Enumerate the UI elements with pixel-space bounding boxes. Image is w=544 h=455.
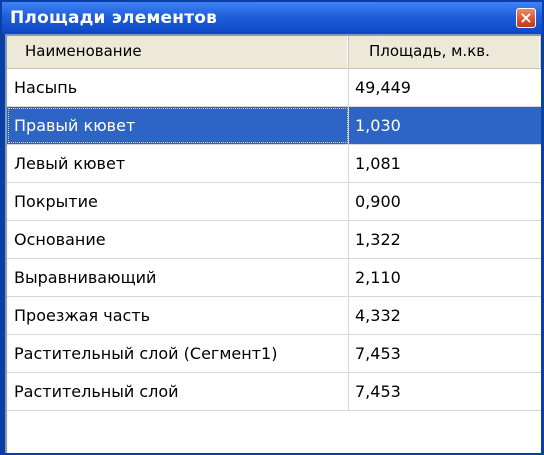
close-button[interactable]: × — [516, 8, 536, 28]
cell-name: Левый кювет — [7, 145, 349, 182]
cell-area: 1,322 — [355, 230, 401, 249]
cell-area: 7,453 — [355, 382, 401, 401]
table-row[interactable]: Растительный слой 7,453 — [7, 373, 541, 411]
cell-name: Правый кювет — [7, 107, 349, 144]
cell-area: 4,332 — [355, 306, 401, 325]
cell-name: Насыпь — [7, 69, 349, 106]
cell-area: 7,453 — [355, 344, 401, 363]
table-row[interactable]: Растительный слой (Сегмент1) 7,453 — [7, 335, 541, 373]
table-row[interactable]: Проезжая часть 4,332 — [7, 297, 541, 335]
table-row[interactable]: Покрытие 0,900 — [7, 183, 541, 221]
title-bar[interactable]: Площади элементов × — [2, 2, 542, 34]
cell-name: Растительный слой — [7, 373, 349, 410]
dialog-window: Площади элементов × Наименование Площадь… — [0, 0, 544, 455]
column-header-area[interactable]: Площадь, м.кв. — [349, 36, 541, 68]
table-row[interactable]: Основание 1,322 — [7, 221, 541, 259]
table-row[interactable]: Выравнивающий 2,110 — [7, 259, 541, 297]
cell-area: 1,081 — [355, 154, 401, 173]
window-title: Площади элементов — [10, 8, 218, 28]
table-header: Наименование Площадь, м.кв. — [7, 36, 541, 69]
table-body: Насыпь 49,449 Правый кювет 1,030 Левый к… — [7, 69, 541, 411]
areas-table: Наименование Площадь, м.кв. Насыпь 49,44… — [5, 34, 541, 453]
cell-name: Покрытие — [7, 183, 349, 220]
cell-name: Выравнивающий — [7, 259, 349, 296]
cell-area: 1,030 — [355, 116, 401, 135]
cell-name: Проезжая часть — [7, 297, 349, 334]
table-row[interactable]: Насыпь 49,449 — [7, 69, 541, 107]
cell-name: Основание — [7, 221, 349, 258]
table-row-selected[interactable]: Правый кювет 1,030 — [7, 107, 541, 145]
close-icon: × — [519, 8, 533, 27]
cell-area: 0,900 — [355, 192, 401, 211]
column-header-name[interactable]: Наименование — [7, 36, 349, 68]
cell-name: Растительный слой (Сегмент1) — [7, 335, 349, 372]
cell-area: 2,110 — [355, 268, 401, 287]
cell-area: 49,449 — [355, 78, 411, 97]
table-row[interactable]: Левый кювет 1,081 — [7, 145, 541, 183]
